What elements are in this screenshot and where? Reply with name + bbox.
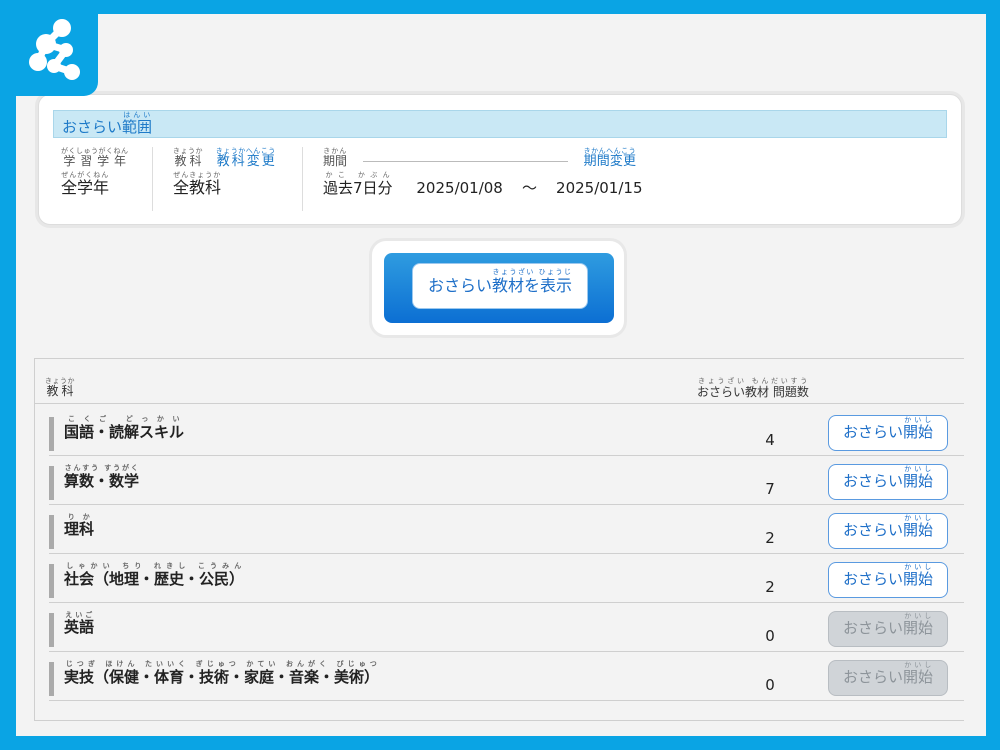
- table-row: 社会（地理・歴史・公民）しゃかい ちり れきし こうみん 2 おさらい開始かいし: [49, 554, 964, 603]
- question-count: 0: [765, 676, 775, 694]
- row-marker: [49, 515, 54, 549]
- period-section: 期間きかん 期間変更きかんへんこう 過去7日分かこ かぶん 2025/01/08…: [302, 147, 663, 211]
- subject-name: 算数・数学さんすう すうがく: [64, 464, 140, 490]
- row-marker: [49, 613, 54, 647]
- start-review-button-disabled: おさらい開始かいし: [828, 611, 948, 647]
- molecule-logo-icon: [29, 19, 80, 80]
- table-header: 教科きょうか おさらい教材 問題数きょうざい もんだいすう: [35, 359, 964, 404]
- row-marker: [49, 564, 54, 598]
- start-review-button[interactable]: おさらい開始かいし: [828, 464, 948, 500]
- table-row: 理科りか 2 おさらい開始かいし: [49, 505, 964, 554]
- date-to: 2025/01/15: [556, 179, 643, 197]
- subject-section: 教科きょうか 教科変更きょうかへんこう 全教科ぜんきょうか: [152, 147, 323, 211]
- subject-name: 実技（保健・体育・技術・家庭・音楽・美術）じつぎ ほけん たいいく ぎじゅつ か…: [64, 660, 380, 686]
- review-range-panel: おさらい範囲はんい 学習学年がくしゅうがくねん 全学年ぜんがくねん 教科きょうか…: [38, 94, 962, 225]
- table-row: 国語・読解スキルこくご どっかい 4 おさらい開始かいし: [49, 407, 964, 456]
- table-row: 実技（保健・体育・技術・家庭・音楽・美術）じつぎ ほけん たいいく ぎじゅつ か…: [49, 652, 964, 701]
- date-from: 2025/01/08: [416, 179, 503, 197]
- row-marker: [49, 417, 54, 451]
- grade-value: 全学年ぜんがくねん: [61, 171, 110, 197]
- grade-section: 学習学年がくしゅうがくねん 全学年ぜんがくねん: [61, 147, 153, 211]
- period-value: 過去7日分かこ かぶん 2025/01/08 〜 2025/01/15: [323, 171, 643, 197]
- subject-name: 理科りか: [64, 513, 95, 538]
- grade-label: 学習学年がくしゅうがくねん: [61, 147, 129, 168]
- review-range-header: おさらい範囲はんい: [53, 110, 947, 138]
- question-count: 2: [765, 578, 775, 596]
- table-row: 算数・数学さんすう すうがく 7 おさらい開始かいし: [49, 456, 964, 505]
- display-button-frame: おさらい教材を表示きょうざい ひょうじ: [372, 241, 624, 335]
- table-row: 英語えいご 0 おさらい開始かいし: [49, 603, 964, 652]
- app-content: おさらい範囲はんい 学習学年がくしゅうがくねん 全学年ぜんがくねん 教科きょうか…: [16, 14, 986, 736]
- question-count: 7: [765, 480, 775, 498]
- start-review-button-disabled: おさらい開始かいし: [828, 660, 948, 696]
- period-divider: [362, 161, 568, 162]
- change-subject-link[interactable]: 教科変更きょうかへんこう: [216, 147, 276, 169]
- question-count: 2: [765, 529, 775, 547]
- subject-name: 国語・読解スキルこくご どっかい: [64, 415, 185, 441]
- column-question-count: おさらい教材 問題数きょうざい もんだいすう: [697, 377, 809, 399]
- subject-name: 英語えいご: [64, 611, 95, 636]
- subject-name: 社会（地理・歴史・公民）しゃかい ちり れきし こうみん: [64, 562, 245, 588]
- column-subject: 教科きょうか: [45, 377, 75, 398]
- show-review-materials-label: おさらい教材を表示きょうざい ひょうじ: [412, 263, 588, 309]
- app-logo[interactable]: [16, 14, 98, 96]
- subject-value: 全教科ぜんきょうか: [173, 171, 222, 197]
- date-separator: 〜: [521, 179, 537, 197]
- subjects-table: 教科きょうか おさらい教材 問題数きょうざい もんだいすう 国語・読解スキルこく…: [34, 358, 964, 721]
- question-count: 4: [765, 431, 775, 449]
- show-review-materials-button[interactable]: おさらい教材を表示きょうざい ひょうじ: [384, 253, 614, 323]
- question-count: 0: [765, 627, 775, 645]
- row-marker: [49, 466, 54, 500]
- subject-label: 教科きょうか: [173, 147, 203, 168]
- start-review-button[interactable]: おさらい開始かいし: [828, 415, 948, 451]
- start-review-button[interactable]: おさらい開始かいし: [828, 513, 948, 549]
- row-marker: [49, 662, 54, 696]
- change-period-link[interactable]: 期間変更きかんへんこう: [584, 147, 636, 169]
- start-review-button[interactable]: おさらい開始かいし: [828, 562, 948, 598]
- period-label: 期間きかん: [323, 147, 348, 168]
